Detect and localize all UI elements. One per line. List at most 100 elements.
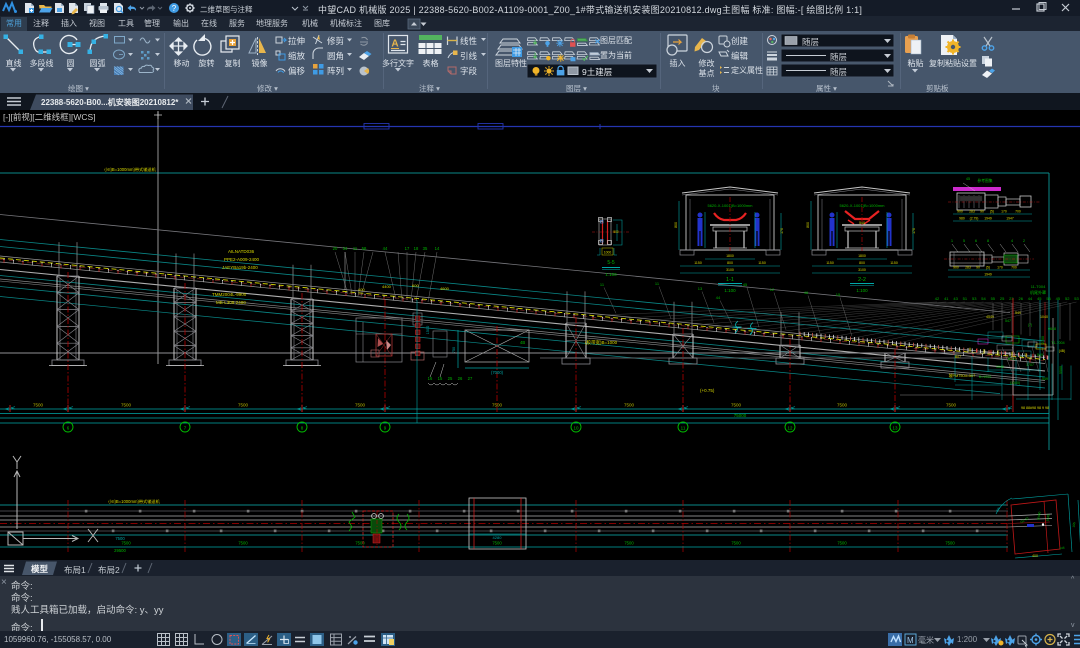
svg-text:小II)B=1000mm)带式输送机: 小II)B=1000mm)带式输送机 (108, 498, 161, 505)
svg-text:B=1000: B=1000 (979, 375, 992, 379)
svg-text:52: 52 (1065, 296, 1070, 301)
svg-text:AILNATD036: AILNATD036 (228, 249, 255, 254)
svg-text:9: 9 (384, 426, 387, 431)
svg-text:7500: 7500 (731, 541, 741, 546)
svg-text:400: 400 (1032, 554, 1038, 558)
svg-text:90: 90 (976, 266, 980, 270)
svg-text:170: 170 (912, 228, 916, 234)
svg-text:1150: 1150 (694, 261, 702, 265)
svg-text:M: M (907, 636, 914, 645)
svg-text:1040: 1040 (996, 365, 1004, 369)
svg-text:5: 5 (963, 238, 966, 243)
svg-text:29500: 29500 (114, 548, 126, 553)
svg-text:750: 750 (452, 347, 456, 353)
svg-text:700: 700 (1015, 210, 1021, 214)
svg-text:0618: 0618 (1048, 327, 1056, 331)
svg-text:90: 90 (980, 210, 984, 214)
svg-text:坡PM750d=507: 坡PM750d=507 (949, 373, 976, 378)
svg-text:2: 2 (1023, 238, 1026, 243)
svg-text:15: 15 (836, 292, 841, 297)
svg-text:170: 170 (780, 228, 784, 234)
svg-text:44: 44 (383, 246, 388, 251)
svg-text:53: 53 (972, 296, 977, 301)
svg-text:283: 283 (969, 210, 975, 214)
svg-text:7500: 7500 (121, 403, 132, 408)
svg-text:7500: 7500 (492, 541, 502, 546)
svg-text:7500: 7500 (837, 403, 848, 408)
svg-text:26: 26 (1018, 296, 1023, 301)
svg-text:980: 980 (959, 217, 965, 221)
svg-text:17: 17 (405, 246, 410, 251)
svg-text:1000: 1000 (604, 251, 612, 255)
svg-text:146: 146 (1059, 546, 1065, 550)
svg-text:(7000): (7000) (491, 370, 504, 375)
svg-text:98 88#98 98 9 98: 98 88#98 98 9 98 (1021, 406, 1049, 410)
svg-text:8: 8 (987, 238, 990, 243)
svg-text:1-1: 1-1 (726, 277, 734, 283)
svg-text:7500: 7500 (731, 403, 742, 408)
svg-text:11: 11 (600, 282, 605, 287)
svg-text:35: 35 (423, 246, 428, 251)
svg-text:53: 53 (1074, 296, 1079, 301)
svg-text:(5): (5) (990, 210, 994, 214)
svg-text:?: ? (172, 4, 177, 13)
svg-text:46: 46 (804, 290, 809, 295)
svg-text:7500: 7500 (238, 541, 248, 546)
svg-text:11-T004: 11-T004 (1031, 284, 1046, 289)
svg-text:7500: 7500 (238, 403, 249, 408)
svg-text:43: 43 (953, 296, 958, 301)
svg-text:7: 7 (184, 426, 187, 431)
svg-text:41: 41 (944, 296, 949, 301)
svg-text:(5): (5) (986, 266, 990, 270)
svg-text:170: 170 (997, 266, 1003, 270)
svg-text:900: 900 (953, 266, 959, 270)
svg-text:26: 26 (458, 376, 463, 381)
svg-text:7500: 7500 (33, 403, 44, 408)
svg-text:7500: 7500 (355, 541, 365, 546)
svg-text:1:100: 1:100 (605, 272, 617, 277)
svg-text:54: 54 (981, 296, 986, 301)
svg-text:75000: 75000 (734, 413, 747, 418)
svg-text:3100: 3100 (858, 268, 866, 272)
svg-text:1949: 1949 (984, 273, 992, 277)
svg-text:1800: 1800 (858, 254, 866, 258)
svg-text:34: 34 (343, 246, 348, 251)
svg-text:500: 500 (613, 230, 619, 234)
svg-text:TMM2004L-9900: TMM2004L-9900 (212, 292, 247, 297)
svg-text:1040: 1040 (1040, 315, 1048, 319)
svg-text:1800: 1800 (726, 254, 734, 258)
svg-text:7500: 7500 (945, 541, 955, 546)
svg-text:4280: 4280 (493, 535, 503, 540)
svg-text:10: 10 (573, 426, 579, 431)
svg-text:4400: 4400 (382, 284, 392, 289)
svg-text:11: 11 (655, 281, 660, 286)
svg-text:4600: 4600 (440, 286, 450, 291)
svg-text:4B: 4B (520, 340, 525, 345)
svg-text:11: 11 (353, 246, 358, 251)
svg-text:11: 11 (681, 426, 686, 431)
svg-text:25: 25 (448, 376, 453, 381)
svg-text:547: 547 (1005, 319, 1011, 323)
svg-text:(胶带宽)B=1000: (胶带宽)B=1000 (585, 339, 618, 346)
svg-text:2700: 2700 (1041, 336, 1045, 344)
svg-text:549: 549 (1042, 377, 1048, 381)
svg-text:1150: 1150 (758, 261, 766, 265)
svg-text:55: 55 (991, 296, 996, 301)
svg-text:900: 900 (957, 210, 963, 214)
svg-text:1150: 1150 (890, 261, 898, 265)
svg-text:44: 44 (716, 295, 721, 300)
svg-text:JAEYBa19b-2400: JAEYBa19b-2400 (222, 265, 258, 270)
svg-text:2-2: 2-2 (858, 277, 866, 283)
svg-text:8: 8 (301, 426, 304, 431)
svg-text:7500: 7500 (624, 541, 634, 546)
svg-text:800: 800 (727, 261, 733, 265)
svg-text:参考图集: 参考图集 (977, 178, 992, 183)
svg-text:283: 283 (965, 266, 971, 270)
svg-text:6: 6 (67, 426, 70, 431)
svg-text:58: 58 (362, 246, 367, 251)
svg-text:7500: 7500 (624, 403, 635, 408)
svg-text:1947: 1947 (1006, 217, 1014, 221)
svg-text:20: 20 (333, 246, 338, 251)
svg-text:45: 45 (743, 282, 748, 287)
svg-text:165: 165 (1072, 522, 1076, 528)
